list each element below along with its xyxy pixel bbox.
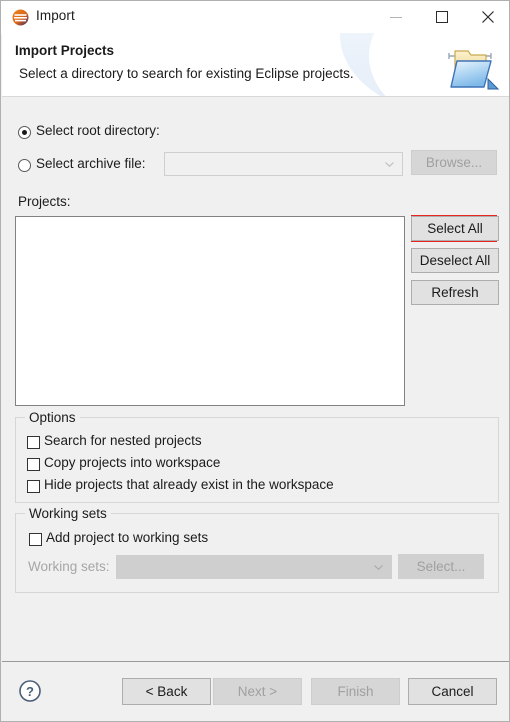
- page-description: Select a directory to search for existin…: [19, 66, 354, 81]
- close-icon[interactable]: [465, 1, 509, 33]
- chevron-down-icon: [374, 565, 383, 570]
- import-projects-dialog: Import Import Projects Select a director…: [0, 0, 510, 722]
- options-group: Options Search for nested projects Copy …: [15, 410, 499, 503]
- working-sets-group: Working sets Add project to working sets…: [15, 506, 499, 593]
- checkbox-copy-projects-label: Copy projects into workspace: [44, 455, 221, 470]
- radio-root-directory-label: Select root directory:: [36, 123, 160, 138]
- chevron-down-icon: [385, 162, 394, 167]
- radio-archive-file-label: Select archive file:: [36, 156, 146, 171]
- dialog-header: Import Projects Select a directory to se…: [2, 33, 509, 96]
- svg-text:?: ?: [26, 684, 34, 699]
- checkbox-copy-projects-box[interactable]: [27, 458, 40, 471]
- projects-list[interactable]: [15, 216, 405, 406]
- working-sets-combo: [116, 555, 392, 579]
- dialog-footer: ? < Back Next > Finish Cancel: [2, 662, 509, 721]
- select-all-button[interactable]: Select All: [411, 216, 499, 241]
- select-working-sets-button: Select...: [398, 554, 484, 579]
- checkbox-add-project-box[interactable]: [29, 533, 42, 546]
- dialog-body: Select root directory: Browse... Select …: [2, 97, 509, 661]
- working-sets-group-title: Working sets: [25, 506, 111, 521]
- title-bar: Import: [1, 1, 509, 34]
- maximize-icon[interactable]: [419, 1, 465, 33]
- minimize-icon[interactable]: [373, 1, 419, 33]
- archive-file-combo: [164, 152, 403, 176]
- projects-label: Projects:: [18, 194, 71, 209]
- cancel-button[interactable]: Cancel: [408, 678, 497, 705]
- eclipse-icon: [12, 9, 29, 26]
- help-icon[interactable]: ?: [18, 679, 42, 703]
- radio-root-directory-indicator[interactable]: [18, 126, 31, 139]
- radio-archive-file-indicator[interactable]: [18, 159, 31, 172]
- browse-archive-file-button: Browse...: [411, 150, 497, 175]
- checkbox-add-project-label: Add project to working sets: [46, 530, 209, 545]
- working-sets-combo-label: Working sets:: [28, 559, 110, 574]
- checkbox-search-nested-label: Search for nested projects: [44, 433, 202, 448]
- deselect-all-button[interactable]: Deselect All: [411, 248, 499, 273]
- window-title: Import: [36, 8, 75, 23]
- import-folder-icon: [438, 38, 502, 96]
- checkbox-hide-existing-label: Hide projects that already exist in the …: [44, 477, 334, 492]
- back-button[interactable]: < Back: [122, 678, 211, 705]
- refresh-button[interactable]: Refresh: [411, 280, 499, 305]
- next-button: Next >: [213, 678, 302, 705]
- checkbox-search-nested-box[interactable]: [27, 436, 40, 449]
- page-title: Import Projects: [15, 43, 115, 58]
- finish-button: Finish: [311, 678, 400, 705]
- checkbox-hide-existing-box[interactable]: [27, 480, 40, 493]
- options-group-title: Options: [25, 410, 80, 425]
